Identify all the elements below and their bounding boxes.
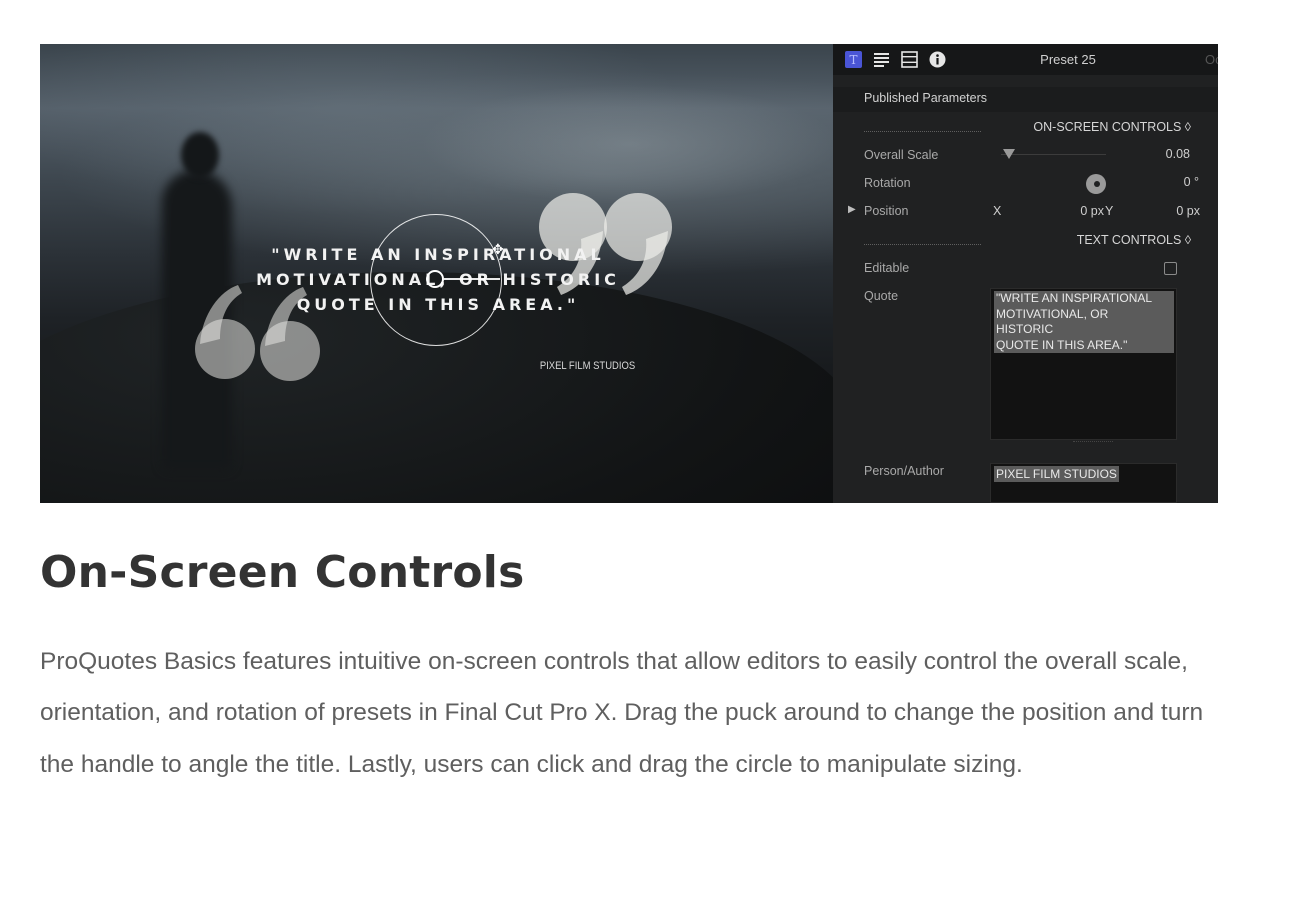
inspector-panel: T Preset 25 Oc Published Parameters ON-S… <box>833 44 1218 503</box>
position-y-label: Y <box>1105 204 1114 218</box>
overall-scale-value[interactable]: 0.08 <box>1166 147 1190 161</box>
title-inspector-icon[interactable]: T <box>845 51 862 68</box>
separator-dots <box>864 244 981 245</box>
person-author-label: Person/Author <box>864 464 944 478</box>
product-screenshot: "WRITE AN INSPIRATIONAL MOTIVATIONAL, OR… <box>40 44 1218 503</box>
published-parameters-label: Published Parameters <box>864 91 987 105</box>
title-author-text: PIXEL FILM STUDIOS <box>539 360 636 372</box>
editable-checkbox[interactable] <box>1164 262 1177 275</box>
position-x-label: X <box>993 204 1002 218</box>
onscreen-controls-section-popup[interactable]: ON-SCREEN CONTROLS ◊ <box>1033 120 1191 134</box>
inspector-edge-label: Oc <box>1205 52 1218 67</box>
rotation-label: Rotation <box>864 176 911 190</box>
info-icon[interactable] <box>929 51 946 68</box>
text-inspector-icon[interactable] <box>873 51 890 68</box>
person-author-field[interactable]: PIXEL FILM STUDIOS <box>990 463 1177 503</box>
position-label: Position <box>864 204 909 218</box>
quote-field-text[interactable]: "WRITE AN INSPIRATIONAL MOTIVATIONAL, OR… <box>994 291 1174 353</box>
video-inspector-icon[interactable] <box>901 51 918 68</box>
section-body-text: ProQuotes Basics features intuitive on-s… <box>40 648 1204 778</box>
editable-label: Editable <box>864 261 910 275</box>
person-author-field-text[interactable]: PIXEL FILM STUDIOS <box>994 466 1119 482</box>
overall-scale-slider-thumb[interactable] <box>1003 149 1016 159</box>
rotation-dial[interactable] <box>1086 174 1106 194</box>
silhouette-head <box>181 132 219 178</box>
overall-scale-slider-track[interactable] <box>1001 154 1106 155</box>
position-y-value[interactable]: 0 px <box>1176 204 1200 218</box>
quote-field-resize-grip[interactable] <box>1073 441 1113 442</box>
disclosure-triangle-icon[interactable]: ▶ <box>848 204 856 215</box>
overall-scale-label: Overall Scale <box>864 148 939 162</box>
rotation-handle[interactable] <box>444 278 500 280</box>
text-controls-section-popup[interactable]: TEXT CONTROLS ◊ <box>1077 233 1191 247</box>
quote-label: Quote <box>864 289 899 303</box>
position-x-value[interactable]: 0 px <box>1080 204 1104 218</box>
separator-dots <box>864 131 981 132</box>
move-cursor-icon: ✥ <box>492 242 504 258</box>
inspector-title: Preset 25 <box>1040 52 1096 67</box>
section-heading: On-Screen Controls <box>40 547 525 598</box>
rotation-value[interactable]: 0 ° <box>1184 175 1199 189</box>
svg-text:T: T <box>849 53 857 67</box>
position-puck[interactable] <box>426 270 444 288</box>
inspector-tab-bar: T Preset 25 Oc <box>833 44 1218 75</box>
quote-text-field[interactable]: "WRITE AN INSPIRATIONAL MOTIVATIONAL, OR… <box>990 288 1177 440</box>
video-viewer: "WRITE AN INSPIRATIONAL MOTIVATIONAL, OR… <box>40 44 833 503</box>
